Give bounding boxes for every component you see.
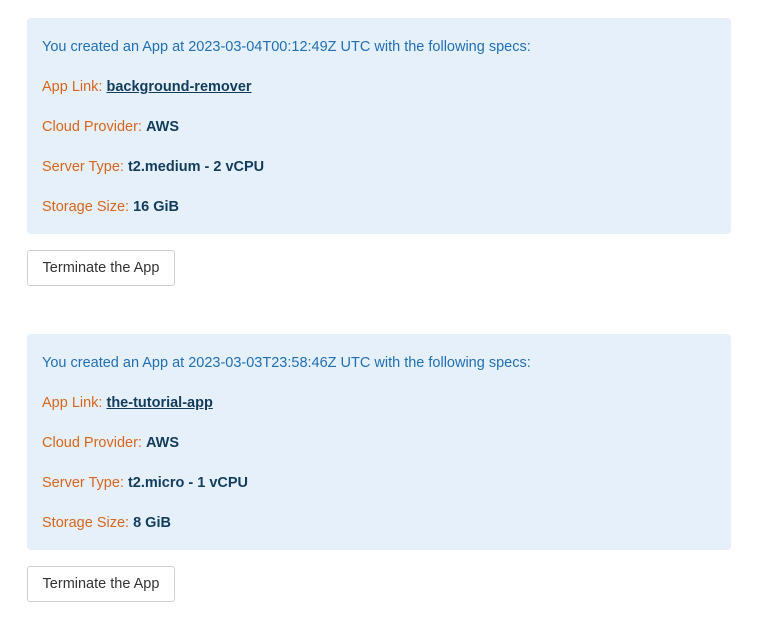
- app-intro-text: You created an App at 2023-03-03T23:58:4…: [42, 355, 531, 371]
- app-intro-text: You created an App at 2023-03-04T00:12:4…: [42, 39, 531, 55]
- cloud-provider-value: AWS: [145, 435, 179, 451]
- storage-size-value: 16 GiB: [133, 199, 180, 215]
- storage-size-label: Storage Size:: [42, 199, 134, 215]
- app-link-label: App Link:: [42, 395, 107, 411]
- terminate-app-button[interactable]: Terminate the App: [27, 250, 175, 286]
- cloud-provider-row: Cloud Provider: AWS: [42, 117, 179, 137]
- app-card: You created an App at 2023-03-04T00:12:4…: [27, 18, 731, 286]
- server-type-label: Server Type:: [42, 475, 128, 491]
- app-card: You created an App at 2023-03-03T23:58:4…: [27, 334, 731, 602]
- server-type-row: Server Type: t2.medium - 2 vCPU: [42, 157, 264, 177]
- cloud-provider-row: Cloud Provider: AWS: [42, 433, 179, 453]
- cloud-provider-label: Cloud Provider:: [42, 435, 146, 451]
- cloud-provider-value: AWS: [145, 119, 179, 135]
- cloud-provider-label: Cloud Provider:: [42, 119, 146, 135]
- app-link[interactable]: background-remover: [107, 79, 252, 95]
- app-link-row: App Link: background-remover: [42, 77, 252, 97]
- app-info-box: You created an App at 2023-03-04T00:12:4…: [27, 18, 731, 234]
- app-link[interactable]: the-tutorial-app: [107, 395, 213, 411]
- storage-size-row: Storage Size: 16 GiB: [42, 197, 179, 217]
- server-type-label: Server Type:: [42, 159, 128, 175]
- app-link-label: App Link:: [42, 79, 107, 95]
- storage-size-label: Storage Size:: [42, 515, 134, 531]
- app-link-row: App Link: the-tutorial-app: [42, 393, 213, 413]
- terminate-app-button[interactable]: Terminate the App: [27, 566, 175, 602]
- storage-size-value: 8 GiB: [133, 515, 171, 531]
- server-type-value: t2.micro - 1 vCPU: [127, 475, 249, 491]
- server-type-value: t2.medium - 2 vCPU: [127, 159, 265, 175]
- server-type-row: Server Type: t2.micro - 1 vCPU: [42, 473, 248, 493]
- app-info-box: You created an App at 2023-03-03T23:58:4…: [27, 334, 731, 550]
- storage-size-row: Storage Size: 8 GiB: [42, 513, 171, 533]
